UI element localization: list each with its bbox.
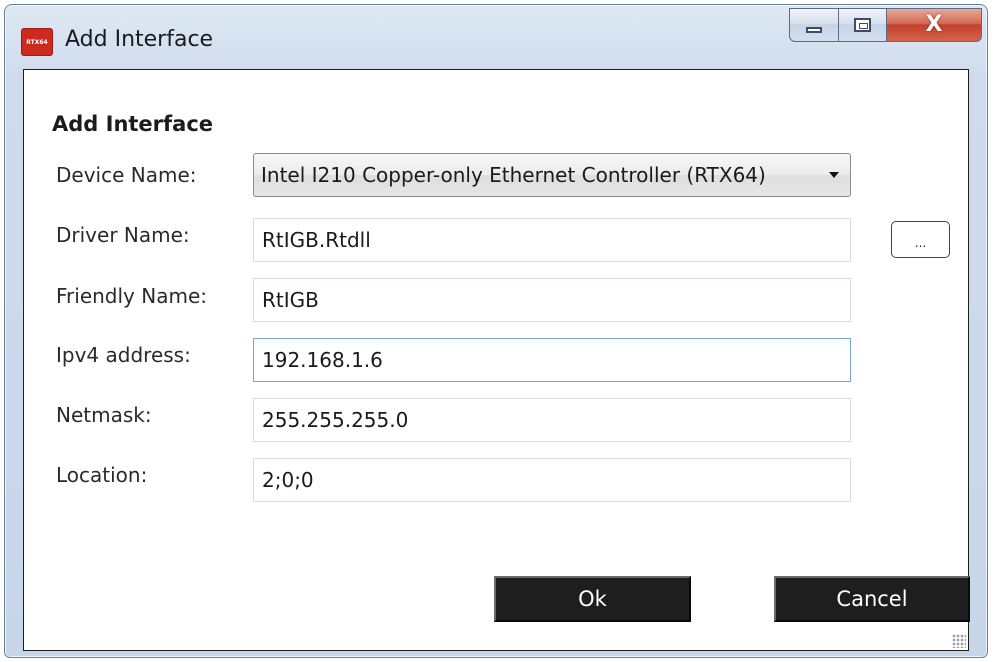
minimize-icon bbox=[806, 27, 822, 33]
ok-button[interactable]: Ok bbox=[494, 576, 691, 622]
maximize-icon bbox=[854, 18, 871, 32]
ipv4-address-label: Ipv4 address: bbox=[56, 343, 191, 367]
rtx64-app-icon: RTX64 bbox=[21, 28, 53, 56]
chevron-down-icon[interactable] bbox=[818, 172, 850, 178]
cancel-button[interactable]: Cancel bbox=[774, 576, 970, 622]
location-input[interactable] bbox=[253, 458, 851, 502]
window-title: Add Interface bbox=[65, 27, 214, 52]
friendly-name-label: Friendly Name: bbox=[56, 284, 207, 308]
app-icon-text: RTX64 bbox=[26, 38, 48, 46]
cancel-button-label: Cancel bbox=[836, 587, 908, 611]
title-bar[interactable]: RTX64 Add Interface X bbox=[5, 5, 987, 69]
device-name-select[interactable]: Intel I210 Copper-only Ethernet Controll… bbox=[253, 153, 851, 197]
location-label: Location: bbox=[56, 463, 148, 487]
device-name-label: Device Name: bbox=[56, 163, 197, 187]
resize-grip-icon[interactable] bbox=[952, 634, 966, 648]
driver-name-input[interactable] bbox=[253, 218, 851, 262]
netmask-input[interactable] bbox=[253, 398, 851, 442]
ipv4-address-input[interactable] bbox=[253, 338, 851, 382]
caption-buttons: X bbox=[789, 8, 982, 44]
netmask-label: Netmask: bbox=[56, 403, 152, 427]
browse-driver-button[interactable]: ... bbox=[891, 221, 950, 258]
close-button[interactable]: X bbox=[887, 8, 982, 42]
friendly-name-input[interactable] bbox=[253, 278, 851, 322]
ok-button-label: Ok bbox=[578, 587, 607, 611]
maximize-button[interactable] bbox=[839, 8, 887, 42]
minimize-button[interactable] bbox=[789, 8, 839, 42]
browse-button-label: ... bbox=[914, 236, 927, 250]
dialog-content: Add Interface Device Name: Intel I210 Co… bbox=[23, 69, 970, 651]
dialog-window: RTX64 Add Interface X Add Interface Devi… bbox=[4, 4, 988, 658]
close-icon: X bbox=[925, 12, 943, 37]
form-heading: Add Interface bbox=[52, 112, 214, 136]
device-name-selected-value: Intel I210 Copper-only Ethernet Controll… bbox=[261, 163, 766, 187]
driver-name-label: Driver Name: bbox=[56, 223, 190, 247]
